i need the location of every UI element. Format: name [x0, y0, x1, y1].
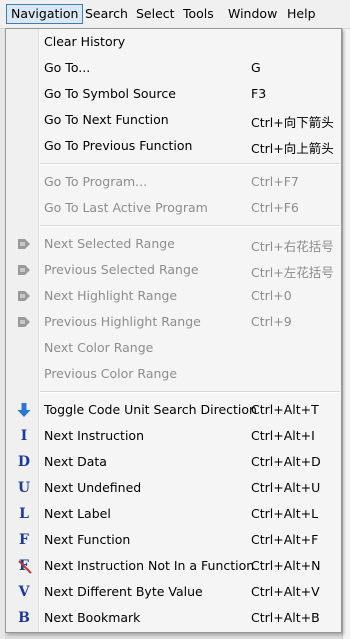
menu-item-go-to-next-function[interactable]: Go To Next Function Ctrl+向下箭头	[6, 107, 341, 133]
menu-item-shortcut: Ctrl+左花括号	[251, 265, 334, 280]
menu-help[interactable]: Help	[283, 5, 320, 23]
menu-item-shortcut: Ctrl+F7	[251, 174, 299, 189]
letter-l-icon: L	[19, 506, 29, 522]
menu-item-clear-history[interactable]: Clear History	[6, 29, 341, 55]
menu-item-shortcut: Ctrl+Alt+B	[251, 610, 320, 625]
menu-item-next-highlight-range: Next Highlight Range Ctrl+0	[6, 283, 341, 309]
menu-item-go-to-last-active-program: Go To Last Active Program Ctrl+F6	[6, 195, 341, 221]
menu-item-shortcut: Ctrl+向上箭头	[251, 141, 334, 156]
menu-item-label: Next Instruction Not In a Function	[44, 558, 255, 573]
menu-item-shortcut: Ctrl+9	[251, 314, 292, 329]
menu-item-shortcut: Ctrl+F6	[251, 200, 299, 215]
menu-item-label: Next Instruction	[44, 428, 144, 443]
menu-item-next-undefined[interactable]: U Next Undefined Ctrl+Alt+U	[6, 475, 341, 501]
menu-item-label: Next Label	[44, 506, 111, 521]
highlight-prev-icon	[16, 313, 32, 331]
letter-f-icon: F	[19, 532, 29, 548]
menu-item-shortcut: Ctrl+右花括号	[251, 239, 334, 254]
navigation-dropdown-menu: Clear History Go To... G Go To Symbol Sourc…	[5, 28, 342, 633]
menu-item-label: Go To Last Active Program	[44, 200, 208, 215]
menu-item-next-bookmark[interactable]: B Next Bookmark Ctrl+Alt+B	[6, 605, 341, 631]
menu-item-go-to-program: Go To Program... Ctrl+F7	[6, 169, 341, 195]
menu-item-shortcut: Ctrl+Alt+L	[251, 506, 319, 521]
menu-item-shortcut: Ctrl+Alt+N	[251, 558, 321, 573]
menu-item-go-to[interactable]: Go To... G	[6, 55, 341, 81]
menu-search[interactable]: Search	[81, 5, 132, 23]
menu-item-label: Go To Symbol Source	[44, 86, 176, 101]
menu-item-shortcut: Ctrl+Alt+F	[251, 532, 319, 547]
menu-item-previous-color-range: Previous Color Range	[6, 361, 341, 387]
menu-separator	[40, 391, 340, 393]
menu-separator	[40, 163, 340, 165]
background-window-right	[342, 28, 350, 639]
menu-item-previous-selected-range: Previous Selected Range Ctrl+左花括号	[6, 257, 341, 283]
menu-item-label: Next Bookmark	[44, 610, 141, 625]
menu-item-next-selected-range: Next Selected Range Ctrl+右花括号	[6, 231, 341, 257]
menu-item-label: Next Undefined	[44, 480, 142, 495]
menu-item-label: Next Different Byte Value	[44, 584, 203, 599]
menu-item-label: Go To Next Function	[44, 112, 169, 127]
menu-item-label: Next Selected Range	[44, 236, 175, 251]
menu-select[interactable]: Select	[132, 5, 179, 23]
range-prev-icon	[16, 261, 32, 279]
menu-item-next-color-range: Next Color Range	[6, 335, 341, 361]
letter-b-icon: B	[18, 610, 30, 626]
menu-item-go-to-previous-function[interactable]: Go To Previous Function Ctrl+向上箭头	[6, 133, 341, 159]
menu-separator	[40, 225, 340, 227]
menu-navigation[interactable]: Navigation	[6, 4, 84, 24]
menu-item-shortcut: Ctrl+向下箭头	[251, 115, 334, 130]
menu-item-shortcut: Ctrl+Alt+T	[251, 402, 319, 417]
menu-window[interactable]: Window	[224, 5, 281, 23]
menu-item-toggle-code-unit-search-direction[interactable]: Toggle Code Unit Search Direction Ctrl+Al…	[6, 397, 341, 423]
letter-u-icon: U	[17, 480, 31, 496]
menu-item-shortcut: Ctrl+Alt+V	[251, 584, 320, 599]
menu-item-shortcut: Ctrl+Alt+D	[251, 454, 321, 469]
menu-item-shortcut: Ctrl+Alt+I	[251, 428, 315, 443]
menu-item-label: Next Highlight Range	[44, 288, 178, 303]
letter-d-icon: D	[17, 454, 31, 470]
range-next-icon	[16, 235, 32, 253]
menu-item-label: Clear History	[44, 34, 126, 49]
menu-item-label: Go To Program...	[44, 174, 148, 189]
menu-item-label: Go To...	[44, 60, 91, 75]
menu-item-previous-highlight-range: Previous Highlight Range Ctrl+9	[6, 309, 341, 335]
menu-item-shortcut: Ctrl+0	[251, 288, 292, 303]
down-arrow-icon	[16, 401, 32, 419]
menu-tools[interactable]: Tools	[179, 5, 218, 23]
menu-item-go-to-symbol-source[interactable]: Go To Symbol Source F3	[6, 81, 341, 107]
letter-f-crossed-icon: F	[16, 557, 32, 575]
menu-item-label: Previous Selected Range	[44, 262, 199, 277]
menu-item-next-function[interactable]: F Next Function Ctrl+Alt+F	[6, 527, 341, 553]
menu-item-label: Next Data	[44, 454, 107, 469]
menu-item-shortcut: F3	[251, 86, 267, 101]
menu-item-next-instruction[interactable]: I Next Instruction Ctrl+Alt+I	[6, 423, 341, 449]
menu-item-next-label[interactable]: L Next Label Ctrl+Alt+L	[6, 501, 341, 527]
menu-item-next-different-byte-value[interactable]: V Next Different Byte Value Ctrl+Alt+V	[6, 579, 341, 605]
highlight-next-icon	[16, 287, 32, 305]
menu-item-label: Previous Color Range	[44, 366, 178, 381]
menu-item-label: Toggle Code Unit Search Direction	[44, 402, 257, 417]
menu-item-shortcut: Ctrl+Alt+U	[251, 480, 321, 495]
letter-v-icon: V	[18, 584, 30, 600]
menu-item-label: Go To Previous Function	[44, 138, 193, 153]
letter-i-icon: I	[20, 428, 28, 444]
menu-item-next-instruction-not-in-a-function[interactable]: F Next Instruction Not In a FunctionCtrl+…	[6, 553, 341, 579]
menu-item-next-data[interactable]: D Next Data Ctrl+Alt+D	[6, 449, 341, 475]
menu-item-label: Previous Highlight Range	[44, 314, 201, 329]
menu-item-shortcut: G	[251, 60, 261, 75]
menu-bar: Navigation Search Select Tools Window He…	[0, 0, 350, 29]
menu-item-label: Next Function	[44, 532, 131, 547]
menu-item-label: Next Color Range	[44, 340, 154, 355]
